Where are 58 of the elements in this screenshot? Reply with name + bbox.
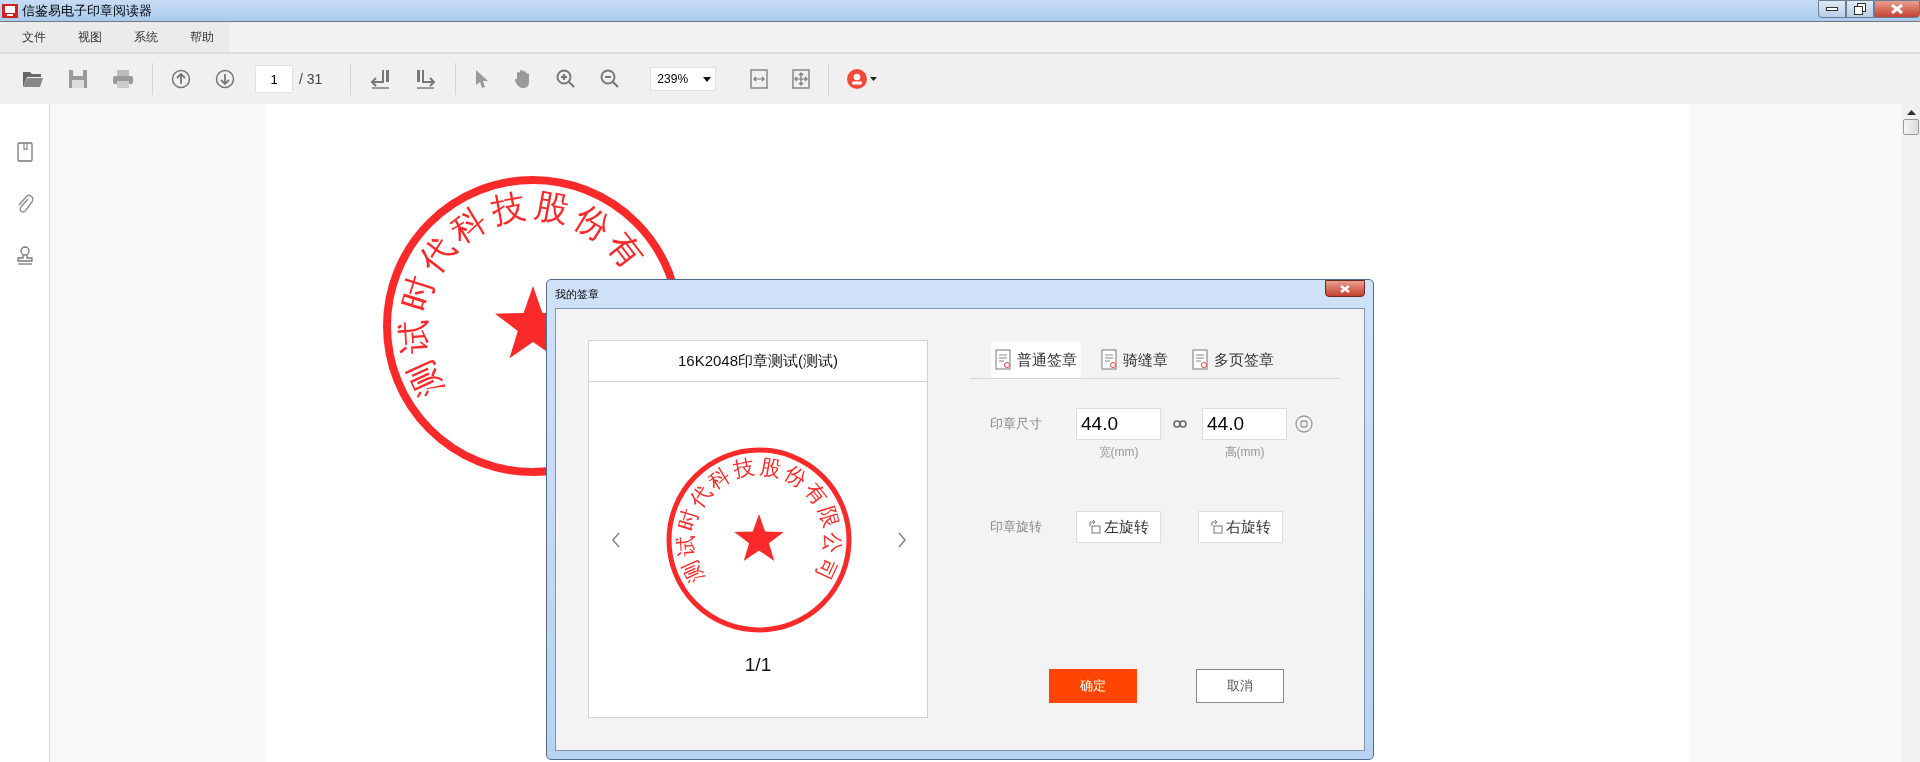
document-icon: [995, 349, 1013, 371]
menu-item[interactable]: 文件: [6, 22, 62, 52]
app-logo-icon: [2, 2, 18, 19]
menu-item[interactable]: 视图: [62, 22, 118, 52]
rotate-right-icon[interactable]: [415, 68, 438, 90]
rotation-label: 印章旋转: [990, 518, 1043, 536]
document-icon: [1101, 349, 1119, 371]
seal-type-tab[interactable]: 多页签章: [1188, 342, 1278, 378]
seal-counter: 1/1: [743, 654, 773, 676]
dialog-title: 我的签章: [555, 286, 599, 302]
save-icon[interactable]: [68, 69, 88, 89]
rotate-left-icon: [1088, 520, 1101, 534]
rotate-left-icon[interactable]: [369, 68, 392, 90]
page-total: / 31: [299, 71, 323, 87]
window-title: 信鉴易电子印章阅读器: [22, 1, 152, 20]
arrow-up-icon[interactable]: [171, 69, 191, 89]
scroll-thumb[interactable]: [1903, 119, 1919, 135]
rotate-right-icon: [1210, 520, 1223, 534]
cancel-button[interactable]: 取消: [1196, 669, 1284, 703]
user-icon: [847, 69, 868, 89]
zoom-in-icon[interactable]: [556, 69, 577, 89]
seal-type-tab[interactable]: 普通签章: [991, 342, 1081, 378]
close-button[interactable]: [1874, 0, 1920, 18]
close-button[interactable]: [1325, 280, 1365, 297]
unit-label: 高(mm): [1224, 444, 1265, 461]
seal-type-tab[interactable]: 骑缝章: [1097, 342, 1172, 378]
caret-icon: [870, 77, 878, 81]
link-icon[interactable]: [1173, 420, 1187, 428]
print-icon[interactable]: [112, 69, 134, 89]
target-icon[interactable]: [1295, 415, 1313, 433]
close-icon: [1339, 284, 1351, 293]
restore-icon: [1854, 3, 1866, 15]
rotate-left-button[interactable]: 左旋转: [1076, 511, 1161, 543]
bookmark-icon[interactable]: [16, 142, 33, 162]
document-icon: [1192, 349, 1210, 371]
user-menu-button[interactable]: [845, 67, 880, 91]
seal-name: 16K2048印章测试(测试): [589, 341, 927, 382]
scroll-up-icon[interactable]: [1906, 110, 1916, 115]
close-icon: [1890, 4, 1904, 14]
minimize-button[interactable]: [1818, 0, 1846, 18]
width-field[interactable]: 44.0: [1076, 408, 1161, 440]
page-number-field[interactable]: 1: [255, 65, 293, 93]
open-folder-icon[interactable]: [22, 70, 44, 88]
zoom-dropdown[interactable]: 239%: [650, 67, 717, 91]
unit-label: 宽(mm): [1098, 444, 1139, 461]
arrow-down-icon[interactable]: [215, 69, 235, 89]
rotate-right-button[interactable]: 右旋转: [1198, 511, 1283, 543]
size-label: 印章尺寸: [990, 415, 1043, 433]
caret-icon: [703, 76, 712, 82]
menu-item[interactable]: 系统: [118, 22, 174, 52]
zoom-out-icon[interactable]: [600, 69, 621, 89]
restore-button[interactable]: [1846, 0, 1874, 18]
fit-width-icon[interactable]: [750, 69, 769, 89]
menu-item[interactable]: 帮助: [174, 22, 230, 52]
stamp-icon[interactable]: [15, 246, 34, 266]
minimize-icon: [1826, 7, 1838, 11]
fit-page-icon[interactable]: [792, 69, 811, 89]
height-field[interactable]: 44.0: [1202, 408, 1287, 440]
